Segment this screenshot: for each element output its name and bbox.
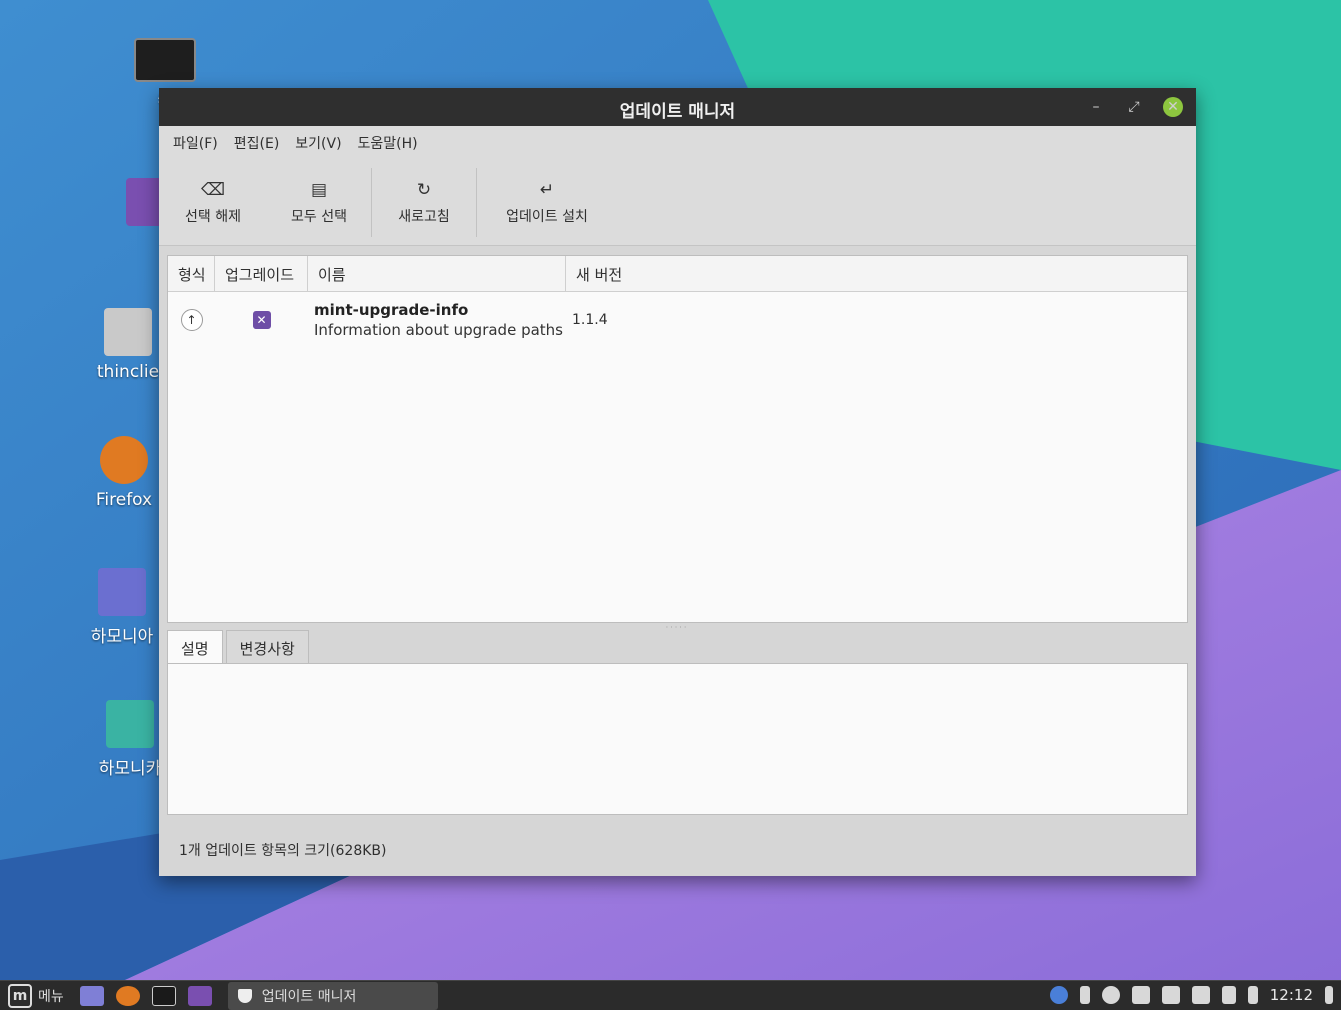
pen-icon[interactable] [1221, 986, 1236, 1004]
type-cell: ↑ [168, 309, 215, 331]
backspace-icon: ⌫ [200, 179, 226, 200]
column-header-type[interactable]: 형식 [168, 256, 215, 291]
update-manager-window: 업데이트 매니저 – ⤢ ✕ 파일(F) 편집(E) 보기(V) 도움말(H) … [159, 88, 1196, 876]
pane-resize-handle[interactable]: ····· [659, 623, 695, 632]
files-launcher-icon[interactable] [187, 985, 212, 1006]
firefox-launcher-icon[interactable] [115, 985, 140, 1006]
terminal-launcher-icon[interactable] [151, 985, 176, 1006]
firefox-icon [100, 436, 148, 484]
close-button[interactable]: ✕ [1163, 97, 1183, 117]
minimize-button[interactable]: – [1086, 97, 1106, 117]
column-header-new-version[interactable]: 새 버전 [566, 256, 632, 291]
refresh-label: 새로고침 [398, 208, 450, 225]
clear-selection-button[interactable]: ⌫ 선택 해제 [159, 160, 267, 245]
status-text: 1개 업데이트 항목의 크기(628KB) [179, 843, 387, 859]
harmonica-icon [106, 700, 154, 748]
start-menu-label: 메뉴 [38, 988, 64, 1005]
install-updates-label: 업데이트 설치 [506, 208, 588, 225]
show-desktop-icon[interactable] [79, 985, 104, 1006]
bluetooth-icon[interactable] [1079, 986, 1090, 1004]
dropbox-icon[interactable] [1131, 986, 1150, 1004]
menubar: 파일(F) 편집(E) 보기(V) 도움말(H) [159, 126, 1196, 160]
clock[interactable]: 12:12 [1270, 986, 1313, 1004]
menu-view[interactable]: 보기(V) [287, 133, 349, 153]
upgrade-checkbox[interactable]: ✕ [252, 311, 271, 329]
column-header-upgrade[interactable]: 업그레이드 [215, 256, 308, 291]
tab-description[interactable]: 설명 [167, 630, 223, 664]
menu-edit[interactable]: 편집(E) [226, 133, 288, 153]
document-icon: ▤ [310, 179, 328, 200]
mint-logo-icon: m [8, 983, 32, 1008]
window-title: 업데이트 매니저 [619, 102, 736, 122]
updates-table: 형식 업그레이드 이름 새 버전 ↑ ✕ mint-upgrade-info I… [167, 255, 1188, 623]
update-shield-icon[interactable] [1049, 986, 1068, 1004]
taskbar: m 메뉴 업데이트 매니저 12:12 [0, 980, 1341, 1010]
maximize-button[interactable]: ⤢ [1124, 97, 1144, 117]
tab-panel [167, 663, 1188, 815]
computer-icon [134, 38, 196, 82]
package-description: Information about upgrade paths [314, 321, 563, 339]
name-cell: mint-upgrade-info Information about upgr… [308, 301, 566, 339]
start-menu-button[interactable]: m 메뉴 [8, 983, 64, 1008]
package-name: mint-upgrade-info [314, 301, 469, 319]
clipboard-icon[interactable] [1161, 986, 1180, 1004]
table-header: 형식 업그레이드 이름 새 버전 [168, 256, 1187, 292]
drive-icon [104, 308, 152, 356]
upgrade-cell: ✕ [215, 311, 308, 329]
shield-icon [237, 988, 252, 1003]
tab-changelog[interactable]: 변경사항 [225, 630, 309, 664]
task-label: 업데이트 매니저 [261, 988, 357, 1005]
select-all-label: 모두 선택 [291, 208, 347, 225]
upgrade-arrow-icon: ↑ [180, 309, 203, 331]
table-row[interactable]: ↑ ✕ mint-upgrade-info Information about … [168, 292, 1187, 348]
select-all-button[interactable]: ▤ 모두 선택 [267, 160, 371, 245]
titlebar[interactable]: 업데이트 매니저 – ⤢ ✕ [159, 88, 1196, 126]
column-header-name[interactable]: 이름 [308, 256, 566, 291]
volume-icon[interactable] [1325, 986, 1333, 1004]
user-icon[interactable] [1191, 986, 1210, 1004]
battery-icon[interactable] [1247, 986, 1258, 1004]
system-tray: 12:12 [1049, 986, 1333, 1004]
return-arrow-icon: ↵ [539, 179, 555, 200]
harmonia-icon [98, 568, 146, 616]
toolbar: ⌫ 선택 해제 ▤ 모두 선택 ↻ 새로고침 ↵ 업데이트 설치 [159, 160, 1196, 246]
menu-file[interactable]: 파일(F) [165, 133, 226, 153]
install-updates-button[interactable]: ↵ 업데이트 설치 [477, 160, 617, 245]
refresh-icon: ↻ [416, 179, 432, 200]
clear-selection-label: 선택 해제 [185, 208, 241, 225]
status-circle-icon[interactable] [1101, 986, 1120, 1004]
menu-help[interactable]: 도움말(H) [350, 133, 426, 153]
package-version: 1.1.4 [572, 312, 608, 328]
refresh-button[interactable]: ↻ 새로고침 [372, 160, 476, 245]
taskbar-window-update-manager[interactable]: 업데이트 매니저 [227, 981, 438, 1010]
detail-tabs: 설명 변경사항 [167, 630, 312, 664]
